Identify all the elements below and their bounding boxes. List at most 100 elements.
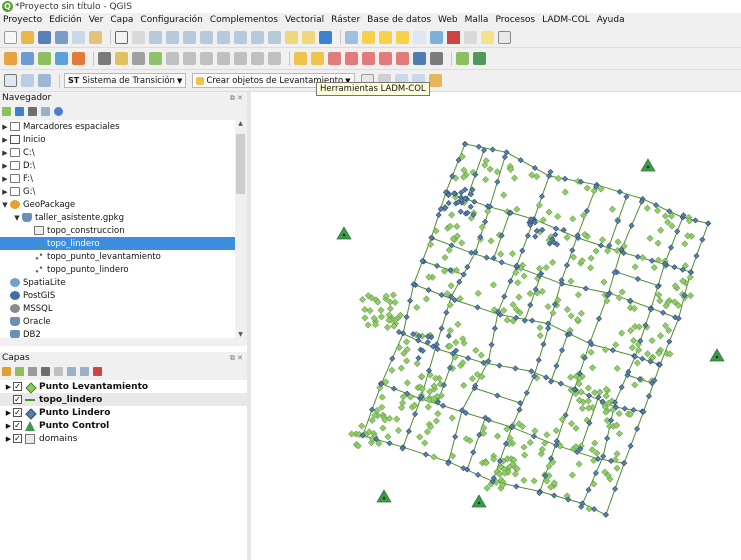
menu-complementos[interactable]: Complementos [210,15,278,25]
add-vector-layer-icon[interactable] [38,52,51,65]
toggle-editing-icon[interactable] [115,52,128,65]
menu-web[interactable]: Web [438,15,458,25]
collapse-all-icon[interactable] [41,106,50,116]
new-map-view-icon[interactable] [285,30,298,44]
tree-item-home[interactable]: ▶ Inicio [0,133,235,146]
layer-visibility-checkbox[interactable]: ✓ [13,434,22,443]
expand-arrow-icon[interactable]: ▶ [0,123,10,131]
menu-raster[interactable]: Ráster [331,15,360,25]
rotate-label-icon[interactable] [379,52,392,65]
collapse-arrow-icon[interactable]: ▼ [0,201,10,209]
layer-row-punto-levantamiento[interactable]: ▶ ✓ Punto Levantamiento [0,380,247,393]
new-layer-icon[interactable] [21,52,34,65]
collapse-all-icon[interactable] [80,366,89,376]
ladm-wizard-icon[interactable] [428,74,442,87]
table-icon[interactable] [413,52,426,65]
pin-labels-icon[interactable] [328,52,341,65]
zoom-full-icon[interactable] [183,30,196,44]
new-project-icon[interactable] [4,30,17,44]
measure-icon[interactable] [464,30,477,44]
tree-item-spatialite[interactable]: SpatiaLite [0,276,235,289]
add-group-icon[interactable] [15,366,24,376]
map-tips-icon[interactable] [481,30,494,44]
tree-item-topo-punto-lindero[interactable]: topo_punto_lindero [0,263,235,276]
expand-arrow-icon[interactable]: ▶ [4,409,13,417]
layer-row-topo-lindero[interactable]: ✓ topo_lindero [0,393,247,406]
save-as-icon[interactable] [55,30,68,44]
expand-arrow-icon[interactable]: ▶ [4,422,13,430]
tree-item-mssql[interactable]: MSSQL [0,302,235,315]
filter-icon[interactable] [28,106,37,116]
plugin-layer-icon[interactable] [473,52,486,65]
expand-arrow-icon[interactable]: ▶ [0,136,10,144]
menu-edicion[interactable]: Edición [49,15,82,25]
browser-scrollbar[interactable]: ▲ ▼ [235,120,246,338]
zoom-native-icon[interactable] [234,30,247,44]
delete-selected-icon[interactable] [183,52,196,65]
menu-ver[interactable]: Ver [89,15,104,25]
pan-icon[interactable] [115,30,128,44]
tree-item-drive-f[interactable]: ▶ F:\ [0,172,235,185]
add-feature-icon[interactable] [149,52,162,65]
scroll-up-icon[interactable]: ▲ [235,120,246,127]
zoom-layer-icon[interactable] [217,30,230,44]
zoom-selection-icon[interactable] [200,30,213,44]
tree-item-drive-g[interactable]: ▶ G:\ [0,185,235,198]
menu-ladm-col[interactable]: LADM-COL [542,15,590,25]
add-delimited-text-icon[interactable] [72,52,85,65]
show-hide-labels-icon[interactable] [345,52,358,65]
menu-vectorial[interactable]: Vectorial [285,15,324,25]
cut-features-icon[interactable] [200,52,213,65]
panel-float-close-icon[interactable]: ⧉ ✕ [230,94,243,103]
expand-all-icon[interactable] [67,366,76,376]
tree-item-drive-d[interactable]: ▶ D:\ [0,159,235,172]
menu-malla[interactable]: Malla [465,15,489,25]
zoom-next-icon[interactable] [268,30,281,44]
tree-item-bookmarks[interactable]: ▶ Marcadores espaciales [0,120,235,133]
save-edits-icon[interactable] [132,52,145,65]
layer-visibility-checkbox[interactable]: ✓ [13,382,22,391]
tree-item-oracle[interactable]: Oracle [0,315,235,328]
expand-arrow-icon[interactable]: ▶ [4,435,13,443]
menu-capa[interactable]: Capa [110,15,133,25]
add-selected-layers-icon[interactable] [2,106,11,116]
new-3d-view-icon[interactable] [302,30,315,44]
pan-to-selection-icon[interactable] [132,30,145,44]
vertex-tool-icon[interactable] [166,52,179,65]
transition-system-dropdown[interactable]: ST Sistema de Transición ▼ [64,73,187,88]
ladm-data-icon[interactable] [21,74,34,87]
menu-ayuda[interactable]: Ayuda [597,15,625,25]
processing-toolbox-icon[interactable] [430,30,443,44]
refresh-icon[interactable] [319,30,332,44]
layout-manager-icon[interactable] [89,30,102,44]
undo-icon[interactable] [251,52,264,65]
python-console-icon[interactable] [456,52,469,65]
expand-arrow-icon[interactable]: ▶ [4,383,13,391]
layer-visibility-checkbox[interactable]: ✓ [13,408,22,417]
text-annotation-icon[interactable] [498,30,511,44]
statistics-sum-icon[interactable] [447,30,460,44]
menu-configuracion[interactable]: Configuración [140,15,202,25]
tree-item-geopackage[interactable]: ▼ GeoPackage [0,198,235,211]
browser-tree[interactable]: ▶ Marcadores espaciales ▶ Inicio ▶ C:\ ▶ D:\… [0,120,235,338]
tree-item-topo-punto-levantamiento[interactable]: topo_punto_levantamiento [0,250,235,263]
zoom-last-icon[interactable] [251,30,264,44]
open-project-icon[interactable] [21,30,34,44]
select-features-icon[interactable] [362,30,375,44]
layer-visibility-checkbox[interactable]: ✓ [13,395,22,404]
zoom-in-icon[interactable] [149,30,162,44]
redo-icon[interactable] [268,52,281,65]
expand-arrow-icon[interactable]: ▶ [0,188,10,196]
remove-layer-icon[interactable] [93,366,102,376]
tree-item-postgis[interactable]: PostGIS [0,289,235,302]
zoom-out-icon[interactable] [166,30,179,44]
change-label-icon[interactable] [396,52,409,65]
ladm-settings-icon[interactable] [4,74,17,87]
move-label-icon[interactable] [362,52,375,65]
layer-labeling-icon[interactable] [311,52,324,65]
manage-visibility-icon[interactable] [28,366,37,376]
panel-float-close-icon[interactable]: ⧉ ✕ [230,354,243,363]
select-by-expression-icon[interactable] [379,30,392,44]
expand-arrow-icon[interactable]: ▶ [0,162,10,170]
menu-base-de-datos[interactable]: Base de datos [367,15,431,25]
